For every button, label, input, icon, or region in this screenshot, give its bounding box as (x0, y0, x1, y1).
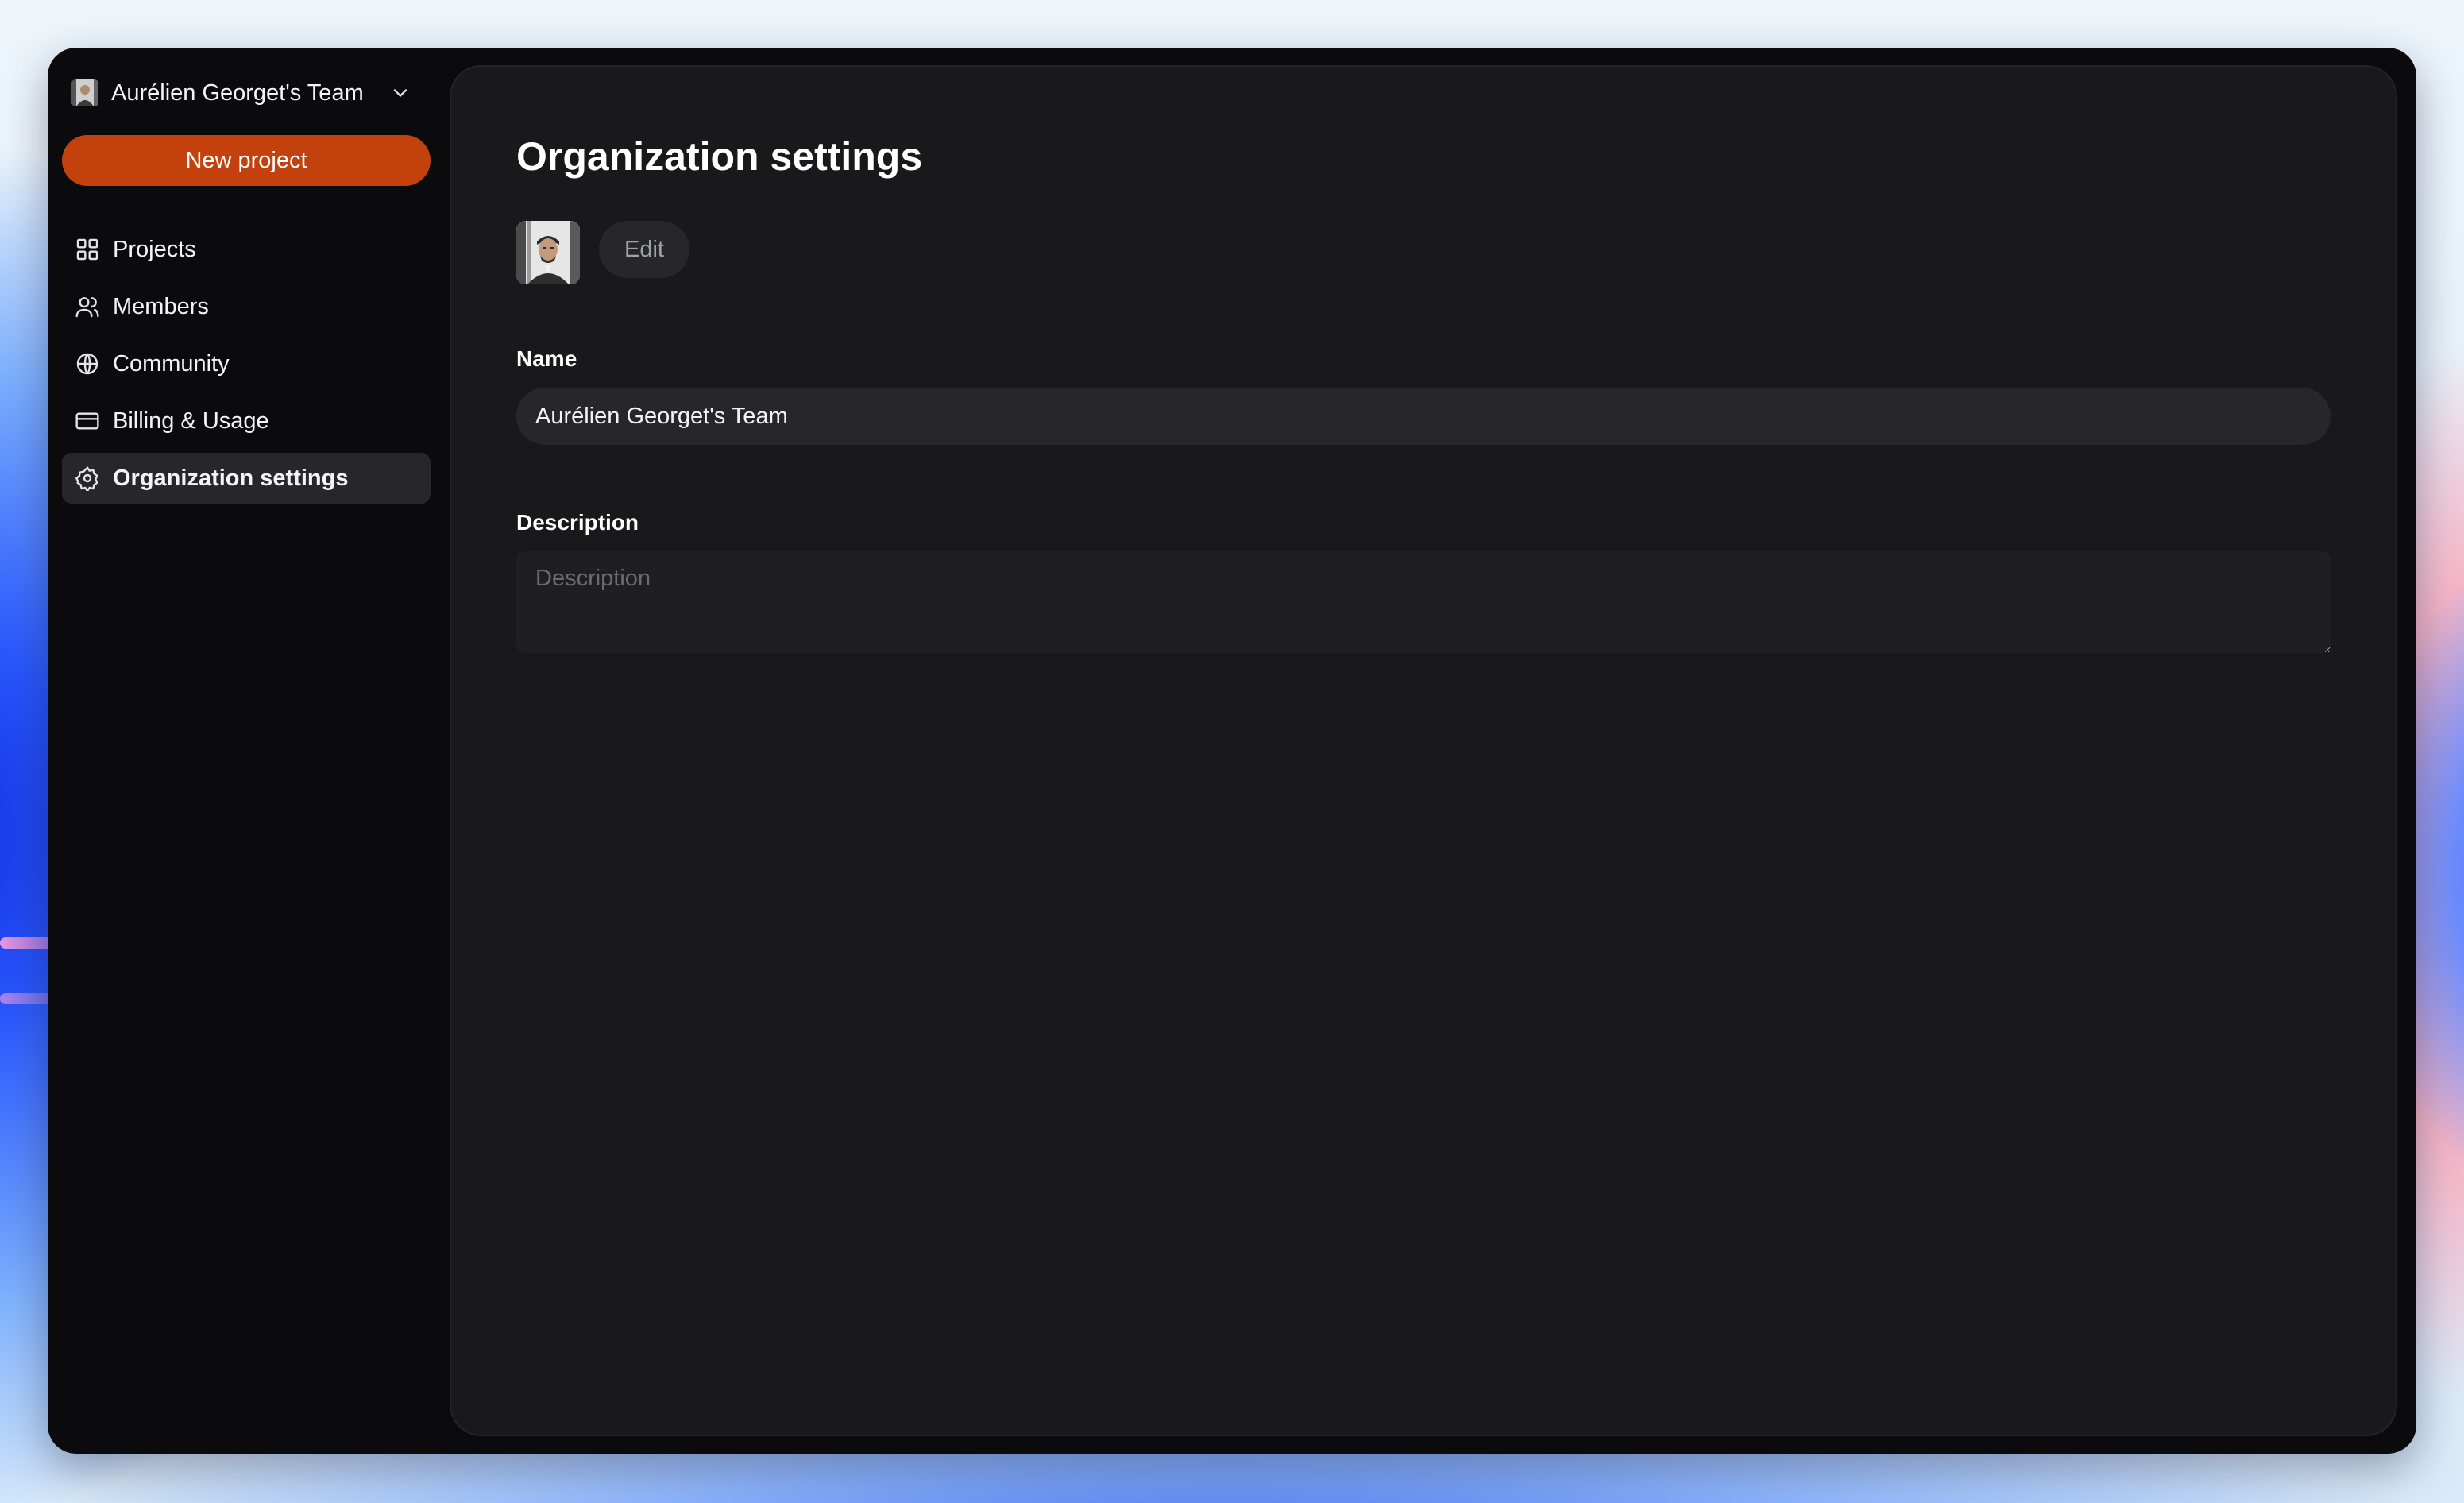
page-title: Organization settings (516, 134, 923, 179)
sidebar-item-label: Projects (113, 236, 196, 262)
edit-avatar-button[interactable]: Edit (599, 221, 689, 278)
sidebar-item-label: Community (113, 350, 230, 377)
sidebar-item-members[interactable]: Members (62, 281, 431, 332)
credit-card-icon (75, 408, 100, 434)
sidebar-item-label: Organization settings (113, 465, 349, 491)
description-label: Description (516, 510, 639, 535)
sidebar-item-billing[interactable]: Billing & Usage (62, 396, 431, 446)
chevron-down-icon (393, 89, 407, 97)
gear-icon (75, 466, 100, 493)
description-textarea[interactable] (516, 551, 2331, 653)
organization-avatar (516, 221, 580, 284)
team-name: Aurélien Georget's Team (111, 79, 364, 106)
sidebar-item-label: Billing & Usage (113, 408, 269, 434)
name-label: Name (516, 346, 577, 371)
settings-panel: Organization settings Edit Name Descript… (450, 65, 2397, 1436)
app-window: Aurélien Georget's Team New project Proj… (48, 48, 2416, 1454)
grid-icon (75, 237, 100, 262)
users-icon (75, 294, 100, 319)
sidebar-nav: Projects Members Community Billing & Usa… (62, 224, 431, 510)
sidebar-item-organization-settings[interactable]: Organization settings (62, 453, 431, 504)
sidebar-item-projects[interactable]: Projects (62, 224, 431, 275)
globe-icon (75, 351, 100, 377)
team-switcher[interactable]: Aurélien Georget's Team (71, 71, 426, 114)
sidebar-item-community[interactable]: Community (62, 338, 431, 389)
team-avatar (71, 79, 98, 106)
sidebar-item-label: Members (113, 293, 209, 319)
sidebar: Aurélien Georget's Team New project Proj… (48, 48, 450, 1454)
name-input[interactable] (516, 388, 2331, 445)
new-project-button[interactable]: New project (62, 135, 431, 186)
